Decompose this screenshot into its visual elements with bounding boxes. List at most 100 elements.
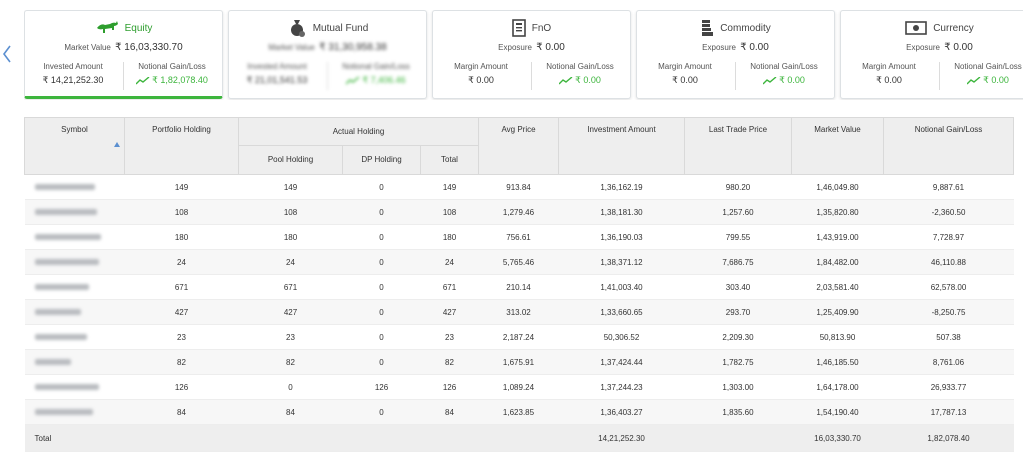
card-currency[interactable]: Currency Exposure ₹ 0.00 Margin Amount ₹… — [840, 10, 1023, 99]
cell-symbol[interactable] — [24, 349, 125, 375]
cell-avg-price: 5,765.46 — [478, 249, 559, 275]
asset-summary-cards: Equity Market Value ₹ 16,03,330.70 Inves… — [24, 10, 1023, 100]
cell-market-value: 1,43,919.00 — [791, 224, 884, 250]
cell-pool-holding: 82 — [238, 349, 343, 375]
cell-avg-price: 756.61 — [478, 224, 559, 250]
trend-up-icon — [967, 76, 981, 85]
cell-portfolio-holding: 84 — [124, 399, 239, 425]
cell-market-value: 1,46,185.50 — [791, 349, 884, 375]
col-header-portfolio-holding[interactable]: Portfolio Holding — [124, 117, 239, 175]
sort-ascending-icon[interactable] — [114, 142, 120, 147]
cell-notional-gain-loss: 9,887.61 — [883, 174, 1014, 200]
col-header-symbol[interactable]: Symbol — [24, 117, 125, 175]
card-header: Currency — [841, 17, 1023, 39]
cell-investment-amount: 1,41,003.40 — [558, 274, 685, 300]
cell-pool-holding: 149 — [238, 174, 343, 200]
cell-symbol[interactable] — [24, 299, 125, 325]
cell-portfolio-holding: 180 — [124, 224, 239, 250]
cell-symbol[interactable] — [24, 199, 125, 225]
table-row[interactable]: 149 149 0 149 913.84 1,36,162.19 980.20 1,46,04… — [24, 174, 1014, 200]
trend-up-icon — [559, 76, 573, 85]
chevron-left-icon[interactable] — [2, 44, 12, 64]
cell-last-trade-price: 7,686.75 — [684, 249, 792, 275]
card-title: FnO — [531, 22, 552, 34]
document-icon — [511, 19, 526, 37]
cell-symbol[interactable] — [24, 174, 125, 200]
cell-investment-amount: 1,37,424.44 — [558, 349, 685, 375]
table-row[interactable]: 126 0 126 126 1,089.24 1,37,244.23 1,303.00 1,6… — [24, 374, 1014, 400]
notional-gain-loss: Notional Gain/Loss ₹ 1,82,078.40 — [123, 62, 220, 90]
col-header-notional-gain-loss[interactable]: Notional Gain/Loss — [883, 117, 1014, 175]
table-row[interactable]: 427 427 0 427 313.02 1,33,660.65 293.70 1,25,40… — [24, 299, 1014, 325]
redacted-symbol — [34, 408, 93, 415]
cell-avg-price: 2,187.24 — [478, 324, 559, 350]
commodity-stack-icon — [702, 20, 714, 36]
invested-amount: Invested Amount ₹ 21,01,541.53 — [246, 62, 308, 85]
cell-symbol[interactable] — [24, 399, 125, 425]
cell-last-trade-price: 1,303.00 — [684, 374, 792, 400]
cell-last-trade-price: 1,782.75 — [684, 349, 792, 375]
card-header: Mutual Fund — [229, 17, 426, 39]
cell-investment-amount: 1,38,371.12 — [558, 249, 685, 275]
table-row[interactable]: 108 108 0 108 1,279.46 1,38,181.30 1,257.60 1,3… — [24, 199, 1014, 225]
redacted-symbol — [34, 233, 101, 240]
table-row[interactable]: 84 84 0 84 1,623.85 1,36,403.27 1,835.60 1,54,1… — [24, 399, 1014, 425]
cell-avg-price: 1,089.24 — [478, 374, 559, 400]
col-header-total[interactable]: Total — [420, 144, 479, 176]
cell-symbol[interactable] — [24, 374, 125, 400]
cell-portfolio-holding: 23 — [124, 324, 239, 350]
card-equity[interactable]: Equity Market Value ₹ 16,03,330.70 Inves… — [24, 10, 223, 99]
table-row[interactable]: 23 23 0 23 2,187.24 50,306.52 2,209.30 50,813.9… — [24, 324, 1014, 350]
cell-avg-price: 913.84 — [478, 174, 559, 200]
market-value: Market Value ₹ 16,03,330.70 — [64, 42, 183, 53]
cell-notional-gain-loss: 8,761.06 — [883, 349, 1014, 375]
cell-dp-holding: 126 — [342, 374, 421, 400]
cell-investment-amount: 1,36,403.27 — [558, 399, 685, 425]
cell-last-trade-price: 799.55 — [684, 224, 792, 250]
cell-investment-amount: 1,38,181.30 — [558, 199, 685, 225]
bull-icon — [96, 21, 118, 33]
cell-pool-holding: 24 — [238, 249, 343, 275]
cell-portfolio-holding: 149 — [124, 174, 239, 200]
table-row[interactable]: 82 82 0 82 1,675.91 1,37,424.44 1,782.75 1,46,1… — [24, 349, 1014, 375]
footer-investment-amount: 14,21,252.30 — [558, 424, 685, 452]
footer-notional-gain-loss: 1,82,078.40 — [883, 424, 1014, 452]
table-row[interactable]: 24 24 0 24 5,765.46 1,38,371.12 7,686.75 1,84,4… — [24, 249, 1014, 275]
cell-symbol[interactable] — [24, 274, 125, 300]
card-fno[interactable]: FnO Exposure ₹ 0.00 Margin Amount ₹ 0.00… — [432, 10, 631, 99]
col-header-investment-amount[interactable]: Investment Amount — [558, 117, 685, 175]
col-header-pool-holding[interactable]: Pool Holding — [238, 144, 343, 176]
redacted-symbol — [34, 283, 89, 290]
cell-last-trade-price: 1,835.60 — [684, 399, 792, 425]
cell-symbol[interactable] — [24, 249, 125, 275]
cell-dp-holding: 0 — [342, 324, 421, 350]
cell-notional-gain-loss: 507.38 — [883, 324, 1014, 350]
cell-market-value: 1,64,178.00 — [791, 374, 884, 400]
cell-market-value: 1,25,409.90 — [791, 299, 884, 325]
col-header-dp-holding[interactable]: DP Holding — [342, 144, 421, 176]
card-title: Mutual Fund — [312, 22, 369, 34]
col-header-last-trade-price[interactable]: Last Trade Price — [684, 117, 792, 175]
table-row[interactable]: 671 671 0 671 210.14 1,41,003.40 303.40 2,03,58… — [24, 274, 1014, 300]
cell-portfolio-holding: 24 — [124, 249, 239, 275]
card-commodity[interactable]: Commodity Exposure ₹ 0.00 Margin Amount … — [636, 10, 835, 99]
card-mutual-fund[interactable]: Mutual Fund Market Value ₹ 31,30,958.38 … — [228, 10, 427, 99]
cell-total: 84 — [420, 399, 479, 425]
cell-dp-holding: 0 — [342, 349, 421, 375]
cell-symbol[interactable] — [24, 224, 125, 250]
cell-pool-holding: 0 — [238, 374, 343, 400]
col-header-actual-holding: Actual Holding — [238, 117, 479, 146]
col-header-market-value[interactable]: Market Value — [791, 117, 884, 175]
redacted-symbol — [34, 383, 99, 390]
table-row[interactable]: 180 180 0 180 756.61 1,36,190.03 799.55 1,43,91… — [24, 224, 1014, 250]
notional-gain-loss: Notional Gain/Loss ₹ 0.00 — [531, 62, 628, 90]
redacted-symbol — [34, 358, 71, 365]
cell-market-value: 1,54,190.40 — [791, 399, 884, 425]
cell-notional-gain-loss: 26,933.77 — [883, 374, 1014, 400]
redacted-symbol — [34, 308, 81, 315]
col-header-avg-price[interactable]: Avg Price — [478, 117, 559, 175]
cell-total: 671 — [420, 274, 479, 300]
cell-symbol[interactable] — [24, 324, 125, 350]
cell-market-value: 50,813.90 — [791, 324, 884, 350]
invested-amount: Invested Amount ₹ 14,21,252.30 — [42, 62, 104, 85]
